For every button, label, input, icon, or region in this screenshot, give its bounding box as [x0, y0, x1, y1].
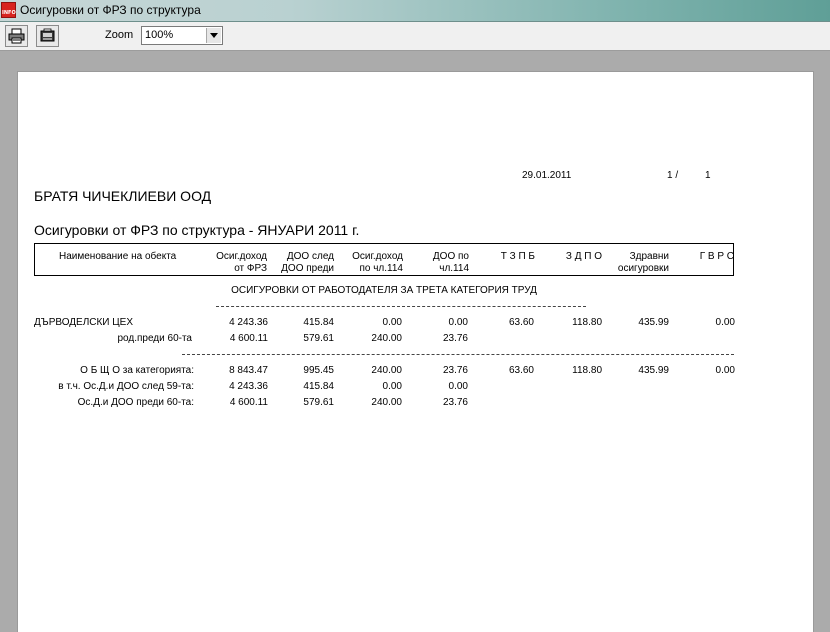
cell: 4 243.36: [229, 317, 268, 328]
totals-sub1-label: в т.ч. Ос.Д.и ДОО след 59-та:: [58, 381, 194, 392]
dept-name: ДЪРВОДЕЛСКИ ЦЕХ: [34, 317, 134, 328]
cell: 4 600.11: [229, 397, 268, 408]
separator-line: [216, 306, 586, 307]
zoom-select[interactable]: 100%: [141, 26, 223, 45]
cell: 240.00: [371, 397, 402, 408]
page-total: 1: [705, 170, 711, 181]
cell: 240.00: [371, 365, 402, 376]
header-gvrs: Г В Р С: [699, 251, 734, 262]
cell: 63.60: [508, 365, 534, 376]
cell: 8 843.47: [229, 365, 268, 376]
header-doo-114-l2: чл.114: [439, 263, 469, 274]
cell: 415.84: [303, 381, 334, 392]
cell: 579.61: [303, 397, 334, 408]
section-title: ОСИГУРОВКИ ОТ РАБОТОДАТЕЛЯ ЗА ТРЕТА КАТЕ…: [231, 285, 537, 296]
app-icon: INFO: [1, 2, 16, 18]
cell: 995.45: [303, 365, 334, 376]
header-object-name: Наименование на обекта: [59, 251, 177, 262]
cell: 4 600.11: [229, 333, 268, 344]
printer-setup-icon: [40, 28, 55, 42]
report-title: Осигуровки от ФРЗ по структура - ЯНУАРИ …: [34, 222, 360, 238]
header-doo-114-l1: ДОО по: [432, 251, 469, 262]
cell: 0.00: [448, 317, 468, 328]
table-header: Наименование на обекта Осиг.доход от ФРЗ…: [34, 243, 734, 276]
totals-label: О Б Щ О за категорията:: [80, 365, 194, 376]
totals-sub2-label: Ос.Д.и ДОО преди 60-та:: [77, 397, 194, 408]
dept-sub-label: род.преди 60-та: [117, 333, 192, 344]
cell: 0.00: [382, 317, 402, 328]
printer-icon: [8, 28, 25, 44]
header-income-114-l1: Осиг.доход: [352, 251, 403, 262]
report-date: 29.01.2011: [522, 170, 572, 181]
cell: 0.00: [448, 381, 468, 392]
cell: 23.76: [442, 365, 468, 376]
cell: 415.84: [303, 317, 334, 328]
cell: 435.99: [638, 317, 669, 328]
company-name: БРАТЯ ЧИЧЕКЛИЕВИ ООД: [34, 188, 212, 204]
cell: 23.76: [442, 397, 468, 408]
header-income-114-l2: по чл.114: [359, 263, 403, 274]
header-health-l1: Здравни: [629, 251, 669, 262]
print-button[interactable]: [5, 25, 28, 47]
cell: 0.00: [715, 317, 735, 328]
cell: 63.60: [508, 317, 534, 328]
header-income-l2: от ФРЗ: [234, 263, 267, 274]
header-zdpo: З Д П О: [565, 251, 602, 262]
header-income-l1: Осиг.доход: [216, 251, 267, 262]
cell: 240.00: [371, 333, 402, 344]
cell: 118.80: [572, 365, 602, 376]
report-page: 29.01.2011 1 / 1 БРАТЯ ЧИЧЕКЛИЕВИ ООД Ос…: [18, 72, 813, 632]
cell: 118.80: [572, 317, 602, 328]
printer-setup-button[interactable]: [36, 25, 59, 47]
separator-line: [182, 354, 734, 355]
cell: 435.99: [638, 365, 669, 376]
toolbar: Zoom 100%: [0, 22, 830, 51]
cell: 23.76: [442, 333, 468, 344]
header-health-l2: осигуровки: [617, 263, 669, 274]
page-number: 1 /: [667, 170, 679, 181]
cell: 4 243.36: [229, 381, 268, 392]
cell: 0.00: [382, 381, 402, 392]
window-title: Осигуровки от ФРЗ по структура: [20, 3, 201, 17]
header-doo-after-l2: ДОО преди: [281, 263, 334, 274]
zoom-label: Zoom: [105, 29, 134, 41]
chevron-down-icon[interactable]: [206, 28, 221, 43]
title-bar[interactable]: INFO Осигуровки от ФРЗ по структура: [0, 0, 830, 22]
zoom-value: 100%: [145, 29, 174, 41]
cell: 0.00: [715, 365, 735, 376]
header-tzpb: Т З П Б: [500, 251, 535, 262]
header-doo-after-l1: ДОО след: [286, 251, 334, 262]
cell: 579.61: [303, 333, 334, 344]
